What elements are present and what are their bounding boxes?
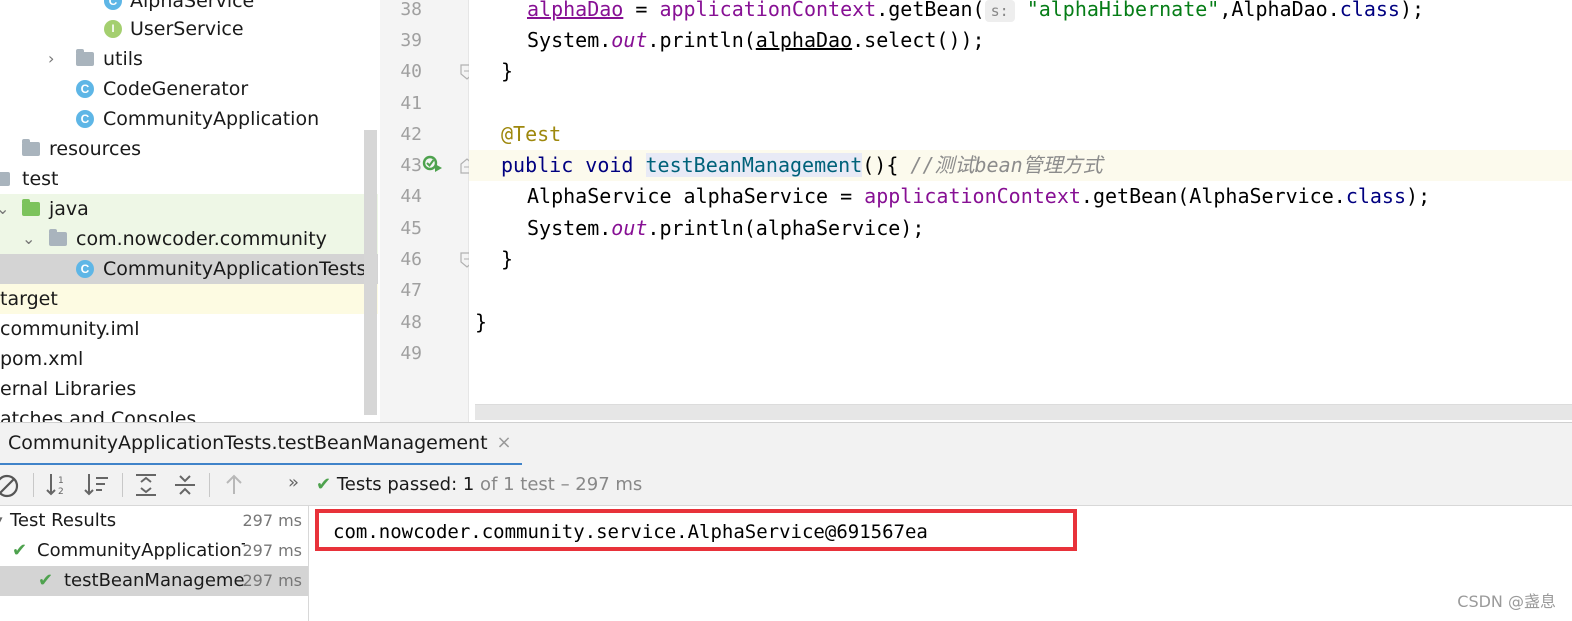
console-output[interactable]: com.nowcoder.community.service.AlphaServ… xyxy=(309,506,1572,621)
line-number: 49 xyxy=(400,343,422,364)
test-class-icon: C xyxy=(76,260,94,278)
package-folder-icon xyxy=(76,49,94,66)
check-icon: ✔ xyxy=(38,570,54,591)
folder-icon xyxy=(0,172,10,186)
parameter-hint: s: xyxy=(984,0,1015,22)
tree-item-target[interactable]: target xyxy=(0,284,378,314)
class-icon: C xyxy=(104,0,122,10)
line-number: 39 xyxy=(400,30,422,51)
test-results-tree: ▾ Test Results 297 ms ✔ CommunityApplica… xyxy=(0,506,309,621)
tree-item-communityapplicationtests[interactable]: C CommunityApplicationTests xyxy=(0,254,378,284)
chevron-down-icon[interactable]: ⌄ xyxy=(22,224,35,254)
run-test-icon[interactable] xyxy=(422,154,444,174)
line-number: 42 xyxy=(400,124,422,145)
tree-item-codegenerator[interactable]: C CodeGenerator xyxy=(0,74,378,104)
code-line-45: System.out.println(alphaService); xyxy=(527,216,925,240)
tree-item-pom[interactable]: pom.xml xyxy=(0,344,378,374)
package-folder-icon xyxy=(49,229,67,246)
test-status: ✔ Tests passed: 1 of 1 test – 297 ms xyxy=(316,474,643,495)
line-number: 45 xyxy=(400,218,422,239)
check-icon: ✔ xyxy=(316,474,332,495)
code-line-48: } xyxy=(475,310,488,334)
collapse-all-icon[interactable] xyxy=(173,472,197,498)
test-result-row[interactable]: ✔ CommunityApplicationT 297 ms xyxy=(0,536,308,566)
watermark: CSDN @盏息 xyxy=(1457,592,1556,611)
tree-item-utils[interactable]: › utils xyxy=(0,44,378,74)
sort-alphabetically-icon[interactable]: 12 xyxy=(46,472,70,498)
line-number: 44 xyxy=(400,186,422,207)
tree-scrollbar[interactable] xyxy=(364,130,377,415)
class-icon: C xyxy=(76,80,94,98)
code-line-42: @Test xyxy=(501,122,562,146)
interface-icon: I xyxy=(104,20,122,38)
sort-by-duration-icon[interactable] xyxy=(84,472,110,498)
editor-gutter: 38 39 40 41 42 43 44 45 46 47 48 49 xyxy=(380,0,474,422)
code-line-44: AlphaService alphaService = applicationC… xyxy=(527,184,1431,208)
line-number: 38 xyxy=(400,0,422,20)
test-result-row-selected[interactable]: ✔ testBeanManagemen 297 ms xyxy=(0,566,308,596)
run-tab[interactable]: CommunityApplicationTests.testBeanManage… xyxy=(0,423,522,466)
more-actions-icon[interactable]: » xyxy=(288,469,299,497)
expand-all-icon[interactable] xyxy=(134,472,158,498)
tree-item-java[interactable]: ⌄ java xyxy=(0,194,378,224)
code-line-40: } xyxy=(501,59,514,83)
run-tool-window-tabs: CommunityApplicationTests.testBeanManage… xyxy=(0,422,1572,466)
tree-item-iml[interactable]: community.iml xyxy=(0,314,378,344)
chevron-down-icon[interactable]: ⌄ xyxy=(0,194,9,224)
line-number: 43 xyxy=(400,155,422,176)
previous-failed-test-icon[interactable] xyxy=(222,472,246,498)
test-result-row[interactable]: ▾ Test Results 297 ms xyxy=(0,506,308,536)
tree-item-test[interactable]: test xyxy=(0,164,378,194)
resources-folder-icon xyxy=(22,139,40,156)
spring-boot-class-icon: C xyxy=(76,110,94,128)
tree-item-scratches[interactable]: atches and Consoles xyxy=(0,404,378,422)
code-line-43: public void testBeanManagement(){ //测试be… xyxy=(501,153,1103,177)
stop-icon[interactable] xyxy=(0,473,20,499)
line-number: 40 xyxy=(400,61,422,82)
run-toolbar: 12 » ✔ Tests passed: 1 of 1 test – 297 m… xyxy=(0,465,1572,506)
chevron-right-icon[interactable]: › xyxy=(48,44,54,74)
tree-item-communityapplication[interactable]: C CommunityApplication xyxy=(0,104,378,134)
code-line-39: System.out.println(alphaDao.select()); xyxy=(527,28,985,52)
tree-item-userservice[interactable]: I UserService xyxy=(0,14,378,44)
tree-item-resources[interactable]: › resources xyxy=(0,134,378,164)
tree-item-package[interactable]: ⌄ com.nowcoder.community xyxy=(0,224,378,254)
line-number: 48 xyxy=(400,312,422,333)
close-icon[interactable]: × xyxy=(496,423,511,463)
highlight-box: com.nowcoder.community.service.AlphaServ… xyxy=(315,509,1077,551)
code-line-46: } xyxy=(501,247,514,271)
console-line: com.nowcoder.community.service.AlphaServ… xyxy=(333,521,928,543)
tree-item-external-libraries[interactable]: ernal Libraries xyxy=(0,374,378,404)
svg-text:2: 2 xyxy=(58,487,64,497)
line-number: 47 xyxy=(400,280,422,301)
chevron-down-icon[interactable]: ▾ xyxy=(0,506,3,536)
code-line-38: alphaDao = applicationContext.getBean(s:… xyxy=(527,0,1425,22)
line-number: 46 xyxy=(400,249,422,270)
check-icon: ✔ xyxy=(12,540,28,561)
test-root-folder-icon xyxy=(22,199,40,216)
project-tree: C AlphaService I UserService › utils C C… xyxy=(0,0,378,422)
line-number: 41 xyxy=(400,93,422,114)
svg-text:1: 1 xyxy=(58,476,64,486)
editor-horizontal-scrollbar[interactable] xyxy=(475,404,1572,420)
